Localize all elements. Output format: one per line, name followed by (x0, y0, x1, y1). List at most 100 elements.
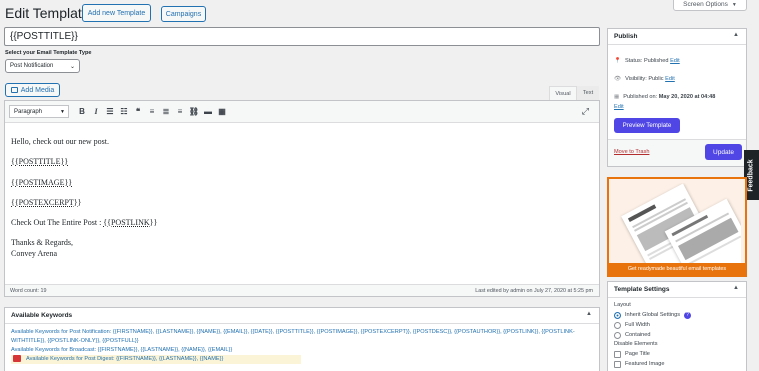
numbered-list-icon[interactable]: ☷ (117, 107, 131, 116)
add-media-label: Add Media (20, 86, 55, 94)
help-icon[interactable]: ? (684, 311, 692, 319)
keyword-label: Available Keywords (11, 347, 60, 353)
screen-options-label: Screen Options (683, 1, 728, 8)
toolbar-toggle-icon[interactable]: ▦ (215, 107, 229, 116)
format-select[interactable]: Paragraph ▼ (9, 105, 69, 118)
keyword-line-highlighted: Available Keywords for Post Digest: {{FI… (11, 355, 301, 364)
publish-actions: Move to Trash Update (608, 139, 746, 166)
settings-title: Template Settings (614, 286, 670, 293)
radio[interactable] (614, 331, 621, 339)
update-button[interactable]: Update (705, 144, 742, 160)
last-edited: Last edited by admin on July 27, 2020 at… (475, 288, 593, 294)
bullet-list-icon[interactable]: ☰ (103, 107, 117, 116)
post-link-text: {{POSTLINK}} (103, 218, 158, 227)
checkbox[interactable] (614, 360, 621, 368)
keyword-label: Available Keywords (26, 356, 75, 362)
published-edit-link[interactable]: Edit (614, 104, 624, 110)
add-new-template-button[interactable]: Add new Template (82, 4, 151, 22)
template-type-label: Select your Email Template Type (5, 50, 92, 56)
editor-status-bar: Word count: 19 Last edited by admin on J… (5, 284, 599, 296)
promo-banner[interactable]: Get readymade beautiful email templates (607, 177, 747, 277)
keyword-line: Available Keywords for Post Notification… (11, 328, 596, 337)
publish-box: Publish ▲ 📍 Status: Published Edit 👁 Visib… (607, 28, 747, 167)
layout-option-inherit[interactable]: Inherit Global Settings ? (614, 310, 692, 320)
update-label: Update (713, 148, 734, 156)
screen-options-button[interactable]: Screen Options ▼ (673, 0, 747, 11)
keyword-line: Available Keywords for Broadcast: {{FIRS… (11, 346, 596, 355)
settings-header: Template Settings ▲ (608, 282, 746, 298)
checkbox[interactable] (614, 350, 621, 358)
keywords-header: Available Keywords ▲ (5, 308, 599, 324)
content-line: {{POSTTITLE}} (11, 157, 69, 166)
disable-page-title[interactable]: Page Title (614, 349, 665, 359)
move-to-trash-link[interactable]: Move to Trash (614, 149, 649, 155)
disable-featured-image[interactable]: Featured Image (614, 359, 665, 369)
campaigns-button[interactable]: Campaigns (161, 6, 206, 22)
visibility-value: Public (648, 76, 664, 82)
align-center-icon[interactable]: ≣ (159, 107, 173, 116)
calendar-icon: ▦ (614, 94, 620, 100)
editor: Paragraph ▼ B I ☰ ☷ ❝ ≡ ≣ ≡ ⛓ ▬ ▦ ⤢ Hell… (4, 100, 600, 297)
content-line: Check Out The Entire Post : {{POSTLINK}} (11, 218, 157, 228)
tab-visual-label: Visual (555, 90, 571, 97)
align-right-icon[interactable]: ≡ (173, 107, 187, 116)
template-type-select[interactable]: Post Notification ⌄ (5, 59, 80, 73)
promo-caption: Get readymade beautiful email templates (627, 266, 727, 272)
keyword-values: for Broadcast: {{FIRSTNAME}}, {{LASTNAME… (59, 347, 233, 353)
publish-title: Publish (614, 33, 638, 40)
post-title-input[interactable]: {{POSTTITLE}} (4, 27, 600, 46)
layout-label: Layout (614, 302, 631, 308)
link-icon[interactable]: ⛓ (187, 107, 201, 116)
content-line: {{POSTIMAGE}} (11, 178, 73, 187)
read-more-icon[interactable]: ▬ (201, 107, 215, 116)
published-label: Published on: (623, 94, 659, 100)
inherit-label: Inherit Global Settings (625, 312, 681, 318)
visibility-row: 👁 Visibility: Public Edit (614, 76, 675, 82)
visibility-edit-link[interactable]: Edit (665, 76, 675, 82)
keyword-values: for Post Notification: {{FIRSTNAME}}, {{… (59, 329, 575, 335)
full-width-label: Full Width (625, 322, 650, 328)
status-label: Status: (624, 58, 644, 64)
keyword-line: WITHTITLE}}, {{POSTLINK-ONLY}}, {{POSTFU… (11, 338, 139, 344)
content-line: Hello, check out our new post. (11, 137, 109, 146)
blockquote-icon[interactable]: ❝ (131, 107, 145, 116)
keyword-label: Available Keywords (11, 329, 60, 335)
italic-icon[interactable]: I (89, 107, 103, 116)
disable-elements-label: Disable Elements (614, 341, 658, 347)
promo-caption-bar: Get readymade beautiful email templates (609, 263, 745, 275)
contained-label: Contained (625, 332, 651, 338)
content-line: Convey Arena (11, 249, 57, 258)
status-edit-link[interactable]: Edit (670, 58, 680, 64)
tab-text-label: Text (582, 90, 594, 96)
preview-template-button[interactable]: Preview Template (614, 118, 680, 133)
pin-icon: 📍 (614, 58, 621, 64)
preview-template-label: Preview Template (622, 122, 672, 129)
template-type-value: Post Notification (10, 63, 54, 69)
layout-option-full-width[interactable]: Full Width (614, 320, 691, 330)
layout-option-contained[interactable]: Contained (614, 330, 691, 340)
keyword-values: for Post Digest: {{FIRSTNAME}}, {{LASTNA… (74, 356, 224, 362)
collapse-up-icon[interactable]: ▲ (733, 32, 739, 38)
page-title-label: Page Title (625, 351, 650, 357)
layout-options: Inherit Global Settings ? Full Width Con… (614, 310, 692, 340)
promo-image (617, 183, 741, 263)
status-value: Published (643, 58, 669, 64)
collapse-up-icon[interactable]: ▲ (733, 285, 739, 291)
chevron-down-icon: ▼ (60, 108, 65, 115)
fullscreen-icon[interactable]: ⤢ (582, 106, 589, 117)
collapse-up-icon[interactable]: ▲ (586, 311, 592, 317)
radio[interactable] (614, 321, 621, 329)
caret-down-icon: ▼ (731, 1, 737, 8)
feedback-label: Feedback (748, 158, 756, 192)
format-select-value: Paragraph (14, 108, 43, 115)
bold-icon[interactable]: B (75, 107, 89, 116)
tab-visual[interactable]: Visual (549, 86, 577, 100)
visibility-label: Visibility: (625, 76, 649, 82)
tab-text[interactable]: Text (577, 86, 599, 100)
status-row: 📍 Status: Published Edit (614, 58, 680, 64)
editor-toolbar: Paragraph ▼ B I ☰ ☷ ❝ ≡ ≣ ≡ ⛓ ▬ ▦ ⤢ (5, 101, 599, 123)
add-media-button[interactable]: Add Media (5, 83, 60, 97)
align-left-icon[interactable]: ≡ (145, 107, 159, 116)
keywords-list: Available Keywords for Post Notification… (11, 328, 596, 364)
radio-selected[interactable] (614, 311, 621, 319)
